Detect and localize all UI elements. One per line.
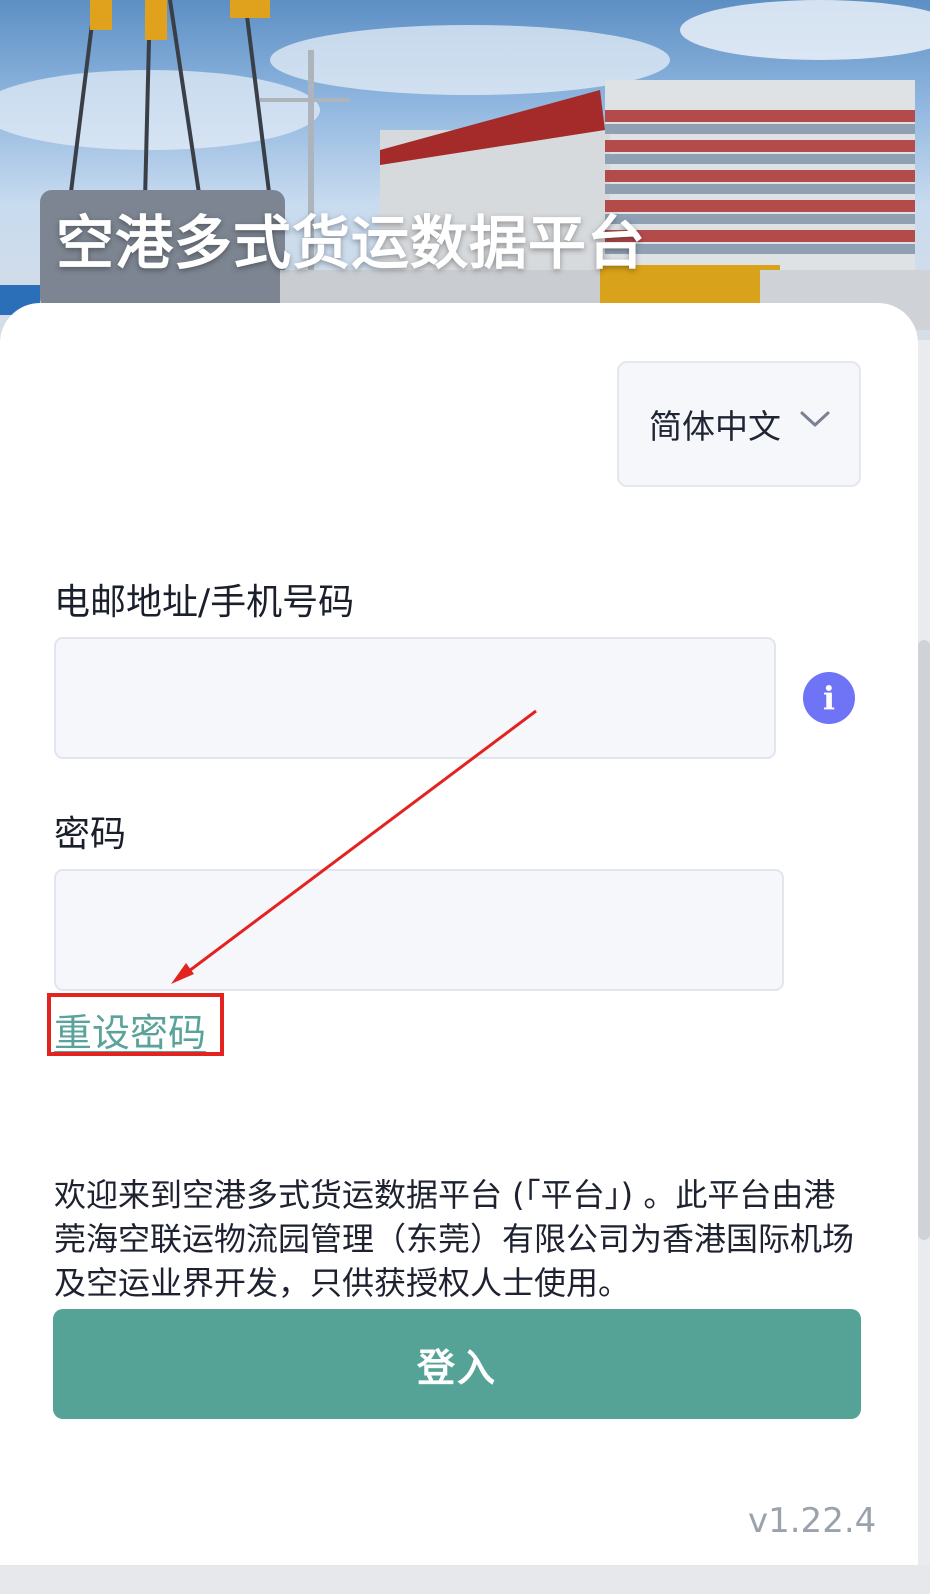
hero-background-illustration bbox=[0, 0, 930, 335]
bottom-strip bbox=[0, 1565, 930, 1594]
page-title: 空港多式货运数据平台 bbox=[56, 209, 647, 277]
password-input[interactable] bbox=[54, 869, 784, 991]
chevron-down-icon bbox=[800, 411, 830, 427]
info-icon[interactable]: i bbox=[803, 672, 855, 724]
email-phone-input[interactable] bbox=[54, 637, 776, 759]
password-label: 密码 bbox=[54, 814, 127, 855]
version-label: v1.22.4 bbox=[748, 1501, 877, 1541]
language-select-value: 简体中文 bbox=[649, 407, 781, 446]
scrollbar[interactable] bbox=[918, 640, 930, 1240]
login-card: 简体中文 电邮地址/手机号码 i 密码 重设密码 欢迎来到空港多式货运数据平台 … bbox=[0, 303, 918, 1565]
disclaimer-text: 欢迎来到空港多式货运数据平台 (「平台」) 。此平台由港莞海空联运物流园管理（东… bbox=[54, 1176, 855, 1302]
login-button[interactable]: 登入 bbox=[53, 1309, 861, 1419]
annotation-highlight-box bbox=[47, 993, 224, 1056]
language-select[interactable]: 简体中文 bbox=[617, 361, 861, 487]
hero-banner: 空港多式货运数据平台 bbox=[0, 0, 930, 340]
email-phone-label: 电邮地址/手机号码 bbox=[54, 582, 355, 623]
